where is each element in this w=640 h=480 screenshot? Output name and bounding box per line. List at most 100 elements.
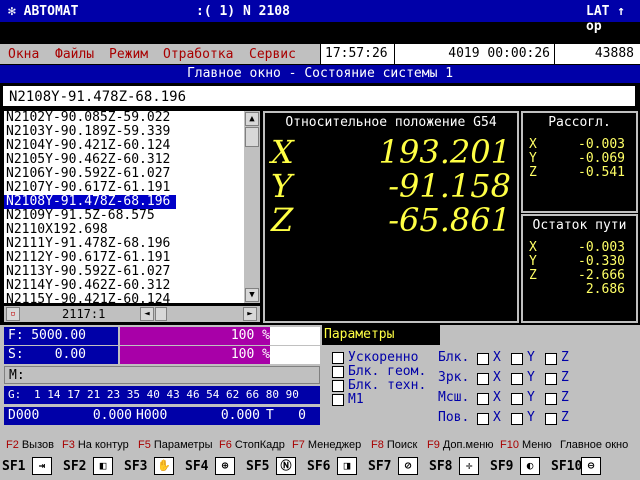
softkey-label: SF1	[2, 459, 26, 474]
menu-execution[interactable]: Отработка	[163, 47, 233, 62]
menu-files[interactable]: Файлы	[55, 47, 94, 62]
lock-checkbox-x[interactable]	[477, 413, 489, 425]
softkey-5[interactable]: SF5 Ⓝ	[244, 456, 302, 478]
softkey-9[interactable]: SF9 ◐	[488, 456, 546, 478]
program-line[interactable]: N2115Y-90.421Z-60.124	[4, 293, 244, 304]
scroll-right-icon[interactable]: ►	[243, 307, 257, 321]
softkey-10[interactable]: SF10 ⊖	[549, 456, 607, 478]
lock-checkbox-z[interactable]	[545, 373, 557, 385]
option-block-tech[interactable]: Блк. техн.	[332, 378, 426, 393]
fkey-hint[interactable]: F8 Поиск	[371, 439, 417, 451]
fkey-key: F2	[6, 439, 19, 451]
m1-checkbox[interactable]	[332, 393, 344, 406]
run-counter: 4019 00:00:26	[394, 44, 554, 64]
scroll-down-icon[interactable]: ▼	[245, 288, 259, 302]
softkey-2[interactable]: SF2 ◧	[61, 456, 119, 478]
program-line[interactable]: N2104Y-90.421Z-60.124	[4, 139, 244, 153]
lock-checkbox-y[interactable]	[511, 353, 523, 365]
option-block-geom[interactable]: Блк. геом.	[332, 364, 426, 379]
rapid-checkbox[interactable]	[332, 351, 344, 364]
lock-checkbox-z[interactable]	[545, 413, 557, 425]
scroll-thumb[interactable]	[245, 127, 259, 147]
fkey-hint[interactable]: F10 Меню	[500, 439, 552, 451]
h-offset-value: 0.000	[220, 408, 260, 423]
lock-checkbox-z[interactable]	[545, 353, 557, 365]
fkey-key: F3	[62, 439, 75, 451]
scroll-up-icon[interactable]: ▲	[245, 112, 259, 126]
block-tech-checkbox[interactable]	[332, 379, 344, 392]
program-line[interactable]: N2111Y-91.478Z-68.196	[4, 237, 244, 251]
scroll-left-icon[interactable]: ◄	[140, 307, 154, 321]
program-line[interactable]: N2113Y-90.592Z-61.027	[4, 265, 244, 279]
softkey-1[interactable]: SF1 ⇥	[0, 456, 58, 478]
axis-z-position: Z -65.861	[271, 201, 511, 239]
m1-label: М1	[348, 392, 364, 407]
program-line[interactable]: N2105Y-90.462Z-60.312	[4, 153, 244, 167]
menu-service[interactable]: Сервис	[249, 47, 296, 62]
softkey-8[interactable]: SF8 ✛	[427, 456, 485, 478]
softkey-6[interactable]: SF6 ◨	[305, 456, 363, 478]
softkey-3[interactable]: SF3 ✋	[122, 456, 180, 478]
fkey-hint[interactable]: F3 На контур	[62, 439, 129, 451]
block-geom-checkbox[interactable]	[332, 365, 344, 378]
menu-mode[interactable]: Режим	[109, 47, 148, 62]
fkey-hint[interactable]: F7 Менеджер	[292, 439, 361, 451]
menu-windows[interactable]: Окна	[8, 47, 39, 62]
current-block-field[interactable]: N2108Y-91.478Z-68.196	[2, 85, 636, 107]
fkey-hint[interactable]: F6 СтопКадр	[219, 439, 285, 451]
mismatch-y-value: -0.069	[578, 151, 625, 166]
feed-override-bar[interactable]: 100 %	[120, 327, 320, 345]
program-line[interactable]: N2108Y-91.478Z-68.196	[4, 195, 176, 209]
lock-checkbox-x[interactable]	[477, 393, 489, 405]
softkey-4[interactable]: SF4 ⊕	[183, 456, 241, 478]
lock-checkbox-x[interactable]	[477, 353, 489, 365]
softkey-bar: SF1 ⇥ SF2 ◧ SF3 ✋ SF4 ⊕ SF5 Ⓝ SF6 ◨ SF7 ⊘ SF8 ✛ SF9 ◐ SF10…	[0, 453, 640, 480]
program-listing[interactable]: N2102Y-90.085Z-59.022 N2103Y-90.189Z-59.3…	[4, 111, 244, 303]
function-key-hints: F2 Вызов F3 На контур F5 Параметры F6 СтопКадр F…	[0, 437, 640, 453]
lock-checkbox-y[interactable]	[511, 413, 523, 425]
h-offset-label: H000	[136, 408, 168, 423]
softkey-label: SF6	[307, 459, 331, 474]
params-title: Параметры	[322, 325, 440, 345]
program-line[interactable]: N2107Y-90.617Z-61.191	[4, 181, 244, 195]
program-line[interactable]: N2114Y-90.462Z-60.312	[4, 279, 244, 293]
axis-y-position: Y -91.158	[271, 167, 511, 205]
program-line[interactable]: N2110X192.698	[4, 223, 244, 237]
lock-checkbox-y[interactable]	[511, 393, 523, 405]
g-label: G:	[8, 388, 22, 401]
fkey-key: F9	[427, 439, 440, 451]
app-title: ✻ АВТОМАТ	[8, 4, 79, 19]
program-line[interactable]: N2106Y-90.592Z-61.027	[4, 167, 244, 181]
frame-icon: ◧	[93, 457, 113, 475]
h-scroll-thumb[interactable]	[155, 307, 167, 321]
option-m1[interactable]: М1	[332, 392, 364, 407]
lock-checkbox-z[interactable]	[545, 393, 557, 405]
spindle-field: S: 0.00	[4, 346, 118, 364]
enter-icon: ⇥	[32, 457, 52, 475]
fkey-label: Вызов	[21, 439, 54, 451]
fkey-key: F7	[292, 439, 305, 451]
line-position-indicator: 2117:1	[62, 307, 106, 321]
stop-marker-icon[interactable]: ▫	[6, 307, 20, 321]
program-line[interactable]: N2112Y-90.617Z-61.191	[4, 251, 244, 265]
slash-icon: ⊘	[398, 457, 418, 475]
fkey-hint[interactable]: F2 Вызов	[6, 439, 54, 451]
spindle-override-bar[interactable]: 100 %	[120, 346, 320, 364]
fkey-hint[interactable]: Главное окно	[560, 439, 628, 451]
n-icon: Ⓝ	[276, 457, 296, 475]
menu-bar: Окна Файлы Режим Отработка Сервис 17:57:…	[0, 44, 640, 64]
softkey-7[interactable]: SF7 ⊘	[366, 456, 424, 478]
program-line[interactable]: N2109Y-91.5Z-68.575	[4, 209, 244, 223]
status-panel: F: 5000.00 100 % S: 0.00 100 % M: G: 1 1…	[0, 325, 640, 437]
keyboard-layout[interactable]: LAT ↑ ор	[586, 4, 640, 34]
program-vertical-scrollbar[interactable]: ▲ ▼	[244, 111, 260, 303]
lock-checkbox-y[interactable]	[511, 373, 523, 385]
lock-checkbox-x[interactable]	[477, 373, 489, 385]
program-horizontal-scrollbar[interactable]: ▫ 2117:1 ◄ ►	[4, 306, 260, 322]
program-line[interactable]: N2102Y-90.085Z-59.022	[4, 111, 244, 125]
fkey-hint[interactable]: F9 Доп.меню	[427, 439, 494, 451]
option-rapid[interactable]: Ускоренно	[332, 350, 418, 365]
program-line[interactable]: N2103Y-90.189Z-59.339	[4, 125, 244, 139]
fkey-hint[interactable]: F5 Параметры	[138, 439, 212, 451]
cross-icon: ✛	[459, 457, 479, 475]
